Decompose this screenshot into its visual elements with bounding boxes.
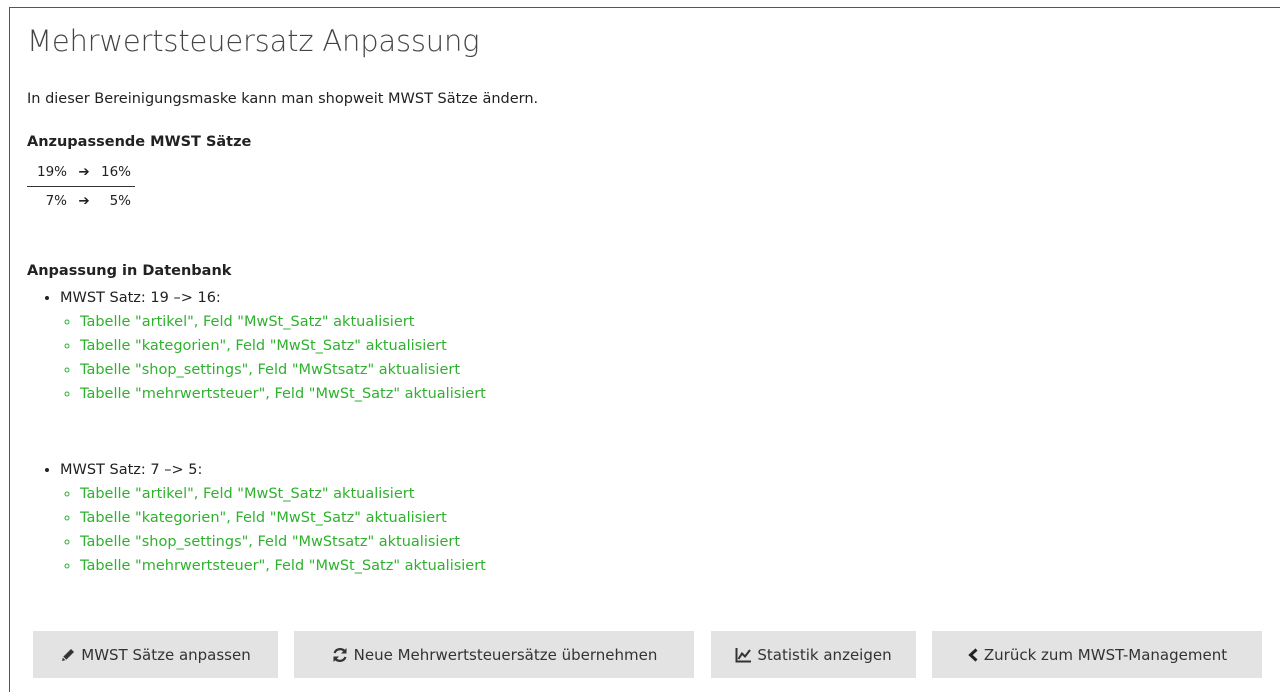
intro-text: In dieser Bereinigungsmaske kann man sho… <box>27 91 539 107</box>
page-title: Mehrwertsteuersatz Anpassung <box>27 24 480 58</box>
update-group-list: MWST Satz: 19 –> 16: Tabelle "artikel", … <box>27 286 486 406</box>
line-chart-icon <box>735 647 752 662</box>
rates-table: 19% ➔ 16% 7% ➔ 5% <box>27 158 136 216</box>
rate-from: 19% <box>27 158 70 187</box>
back-to-vat-management-label: Zurück zum MWST-Management <box>983 645 1228 664</box>
update-item: Tabelle "kategorien", Feld "MwSt_Satz" a… <box>80 334 486 358</box>
rate-to: 5% <box>109 193 132 209</box>
apply-new-rates-label: Neue Mehrwertsteuersätze übernehmen <box>353 645 658 664</box>
rate-row: 19% ➔ 16% <box>27 158 136 187</box>
adjust-rates-button[interactable]: MWST Sätze anpassen <box>33 631 278 678</box>
database-heading: Anpassung in Datenbank <box>27 263 232 279</box>
update-item: Tabelle "shop_settings", Feld "MwStsatz"… <box>80 530 486 554</box>
update-group: MWST Satz: 19 –> 16: Tabelle "artikel", … <box>60 286 486 406</box>
update-item: Tabelle "artikel", Feld "MwSt_Satz" aktu… <box>80 310 486 334</box>
apply-new-rates-button[interactable]: Neue Mehrwertsteuersätze übernehmen <box>294 631 694 678</box>
back-to-vat-management-button[interactable]: Zurück zum MWST-Management <box>932 631 1262 678</box>
update-group-list: MWST Satz: 7 –> 5: Tabelle "artikel", Fe… <box>27 458 486 578</box>
adjust-rates-label: MWST Sätze anpassen <box>81 645 251 664</box>
arrow-right-icon: ➔ <box>70 158 98 187</box>
show-statistics-button[interactable]: Statistik anzeigen <box>711 631 916 678</box>
update-item: Tabelle "mehrwertsteuer", Feld "MwSt_Sat… <box>80 554 486 578</box>
update-item: Tabelle "kategorien", Feld "MwSt_Satz" a… <box>80 506 486 530</box>
update-group: MWST Satz: 7 –> 5: Tabelle "artikel", Fe… <box>60 458 486 578</box>
update-items: Tabelle "artikel", Feld "MwSt_Satz" aktu… <box>60 482 486 578</box>
pencil-icon <box>62 648 75 661</box>
update-group-label: MWST Satz: 19 –> 16: <box>60 290 221 306</box>
update-item: Tabelle "artikel", Feld "MwSt_Satz" aktu… <box>80 482 486 506</box>
update-item: Tabelle "mehrwertsteuer", Feld "MwSt_Sat… <box>80 382 486 406</box>
update-group-label: MWST Satz: 7 –> 5: <box>60 462 203 478</box>
show-statistics-label: Statistik anzeigen <box>757 645 892 664</box>
update-item: Tabelle "shop_settings", Feld "MwStsatz"… <box>80 358 486 382</box>
chevron-left-icon <box>968 647 978 662</box>
update-items: Tabelle "artikel", Feld "MwSt_Satz" aktu… <box>60 310 486 406</box>
refresh-icon <box>333 647 347 662</box>
rate-to: 16% <box>98 158 136 187</box>
rates-heading: Anzupassende MWST Sätze <box>27 134 252 150</box>
arrow-right-icon: ➔ <box>78 193 90 209</box>
rate-row: 7% ➔ 5% <box>27 187 135 216</box>
rate-from: 7% <box>45 193 67 209</box>
